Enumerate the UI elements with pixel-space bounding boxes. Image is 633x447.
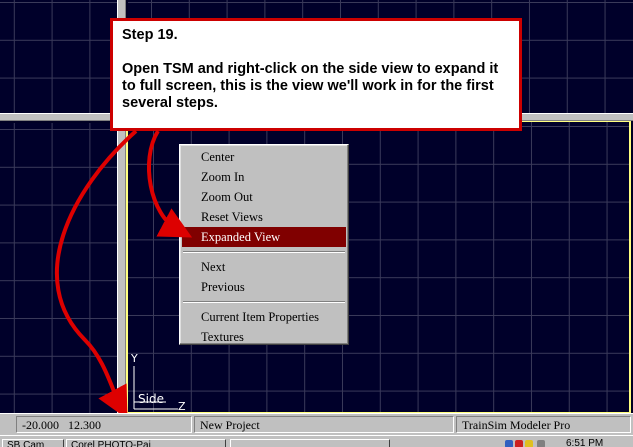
menu-item-current-item-properties[interactable]: Current Item Properties (182, 307, 346, 327)
status-bar: -20.000 12.300 New Project TrainSim Mode… (0, 413, 633, 435)
tray-icon[interactable] (515, 440, 523, 447)
menu-item-zoom-out[interactable]: Zoom Out (182, 187, 346, 207)
axis-y-label: Y (131, 352, 138, 365)
app-name: TrainSim Modeler Pro (456, 416, 631, 433)
coords-readout: -20.000 12.300 (16, 416, 192, 433)
menu-item-zoom-in[interactable]: Zoom In (182, 167, 346, 187)
callout-body: Open TSM and right-click on the side vie… (122, 61, 499, 111)
taskbar-button-tsm[interactable] (230, 439, 390, 447)
menu-item-next[interactable]: Next (182, 257, 346, 277)
clock[interactable]: 6:51 PM (566, 438, 603, 447)
menu-item-textures[interactable]: Textures (182, 327, 346, 347)
top-left-viewport[interactable] (0, 0, 117, 113)
context-menu: Center Zoom In Zoom Out Reset Views Expa… (179, 144, 349, 345)
menu-item-expanded-view[interactable]: Expanded View (182, 227, 346, 247)
axis-z-label: Z (178, 400, 186, 413)
taskbar-button-corel[interactable]: Corel PHOTO-Pai (66, 439, 226, 447)
project-name: New Project (194, 416, 454, 433)
menu-separator (183, 251, 345, 253)
view-name-label: Side (138, 392, 164, 406)
callout-title: Step 19. (122, 27, 178, 43)
taskbar: SB Cam Corel PHOTO-Pai 6:51 PM (0, 435, 633, 447)
menu-item-center[interactable]: Center (182, 147, 346, 167)
speaker-icon[interactable] (537, 440, 545, 447)
tray-icon[interactable] (505, 440, 513, 447)
menu-separator (183, 301, 345, 303)
bottom-left-viewport[interactable] (0, 123, 117, 413)
menu-item-reset-views[interactable]: Reset Views (182, 207, 346, 227)
taskbar-button-sb-cam[interactable]: SB Cam (2, 439, 64, 447)
tutorial-callout: Step 19. Open TSM and right-click on the… (110, 18, 522, 131)
tray-icon[interactable] (525, 440, 533, 447)
menu-item-previous[interactable]: Previous (182, 277, 346, 297)
